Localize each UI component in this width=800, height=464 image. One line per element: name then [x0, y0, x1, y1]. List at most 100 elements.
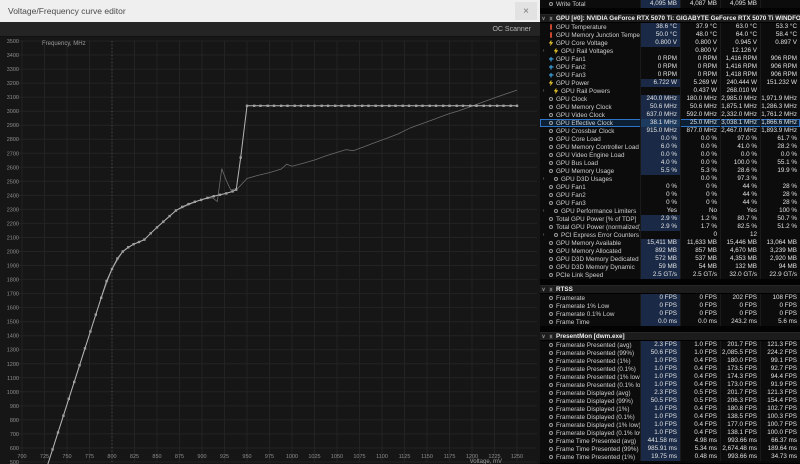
- sensor-label: Frame Time Presented (avg): [556, 437, 637, 445]
- sensor-row[interactable]: GPU Memory Junction Temperature 50.0 °C …: [540, 31, 800, 39]
- sensor-row[interactable]: GPU D3D Memory Dynamic 59 MB 54 MB 132 M…: [540, 263, 800, 271]
- sensor-row[interactable]: GPU Clock 240.0 MHz 180.0 MHz 2,985.0 MH…: [540, 95, 800, 103]
- sensor-row[interactable]: GPU Memory Usage 5.5 % 5.3 % 28.6 % 19.9…: [540, 167, 800, 175]
- titlebar[interactable]: Voltage/Frequency curve editor ×: [0, 0, 540, 22]
- sensor-row[interactable]: Frame Time Presented (avg) 441.58 ms 4.9…: [540, 437, 800, 445]
- sensor-value-avg: 92.7 FPS: [760, 365, 800, 373]
- expand-icon[interactable]: ∨: [540, 333, 547, 341]
- sensor-row[interactable]: › GPU Rail Powers 0.437 W 268.010 W: [540, 87, 800, 95]
- sensor-row[interactable]: GPU Memory Allocated 892 MB 857 MB 4,670…: [540, 247, 800, 255]
- expand-icon[interactable]: ›: [540, 87, 547, 95]
- sensor-value-min: 0.4 FPS: [680, 413, 720, 421]
- sensor-row[interactable]: Framerate Presented (1%) 1.0 FPS 0.4 FPS…: [540, 357, 800, 365]
- sensor-value-max: 97.0 %: [720, 135, 760, 143]
- sensor-row[interactable]: GPU Fan2 0 % 0 % 44 % 28 %: [540, 191, 800, 199]
- sensor-row[interactable]: › PCI Express Error Counters 0 12: [540, 231, 800, 239]
- sensor-row[interactable]: Framerate Displayed (99%) 50.5 FPS 0.5 F…: [540, 397, 800, 405]
- sensor-row[interactable]: GPU Video Clock 637.0 MHz 592.0 MHz 2,33…: [540, 111, 800, 119]
- expand-icon[interactable]: ∨: [540, 15, 547, 23]
- sensor-value-avg: 2,920 MB: [760, 255, 800, 263]
- sensor-label: GPU D3D Usages: [561, 175, 613, 183]
- vf-curve-chart[interactable]: 500 600 700 800 900 1000 1100 1200 1300 1400 1500 1…: [0, 37, 540, 464]
- sensor-row[interactable]: Framerate Displayed (1% low) 1.0 FPS 0.4…: [540, 421, 800, 429]
- sensor-value-max: 243.2 ms: [720, 318, 760, 326]
- sensor-row[interactable]: GPU D3D Memory Dedicated 572 MB 537 MB 4…: [540, 255, 800, 263]
- svg-text:2000: 2000: [7, 250, 19, 256]
- gauge-icon: [547, 446, 555, 452]
- sensor-row[interactable]: GPU Fan3 0 RPM 0 RPM 1,418 RPM 906 RPM: [540, 71, 800, 79]
- sensor-row-selected[interactable]: GPU Effective Clock 38.1 MHz 25.0 MHz 3,…: [540, 119, 800, 127]
- sensor-row[interactable]: GPU Temperature 38.6 °C 37.9 °C 63.0 °C …: [540, 23, 800, 31]
- svg-text:3300: 3300: [7, 67, 19, 73]
- sensor-value-current: 50.0 °C: [640, 31, 680, 39]
- sensor-row[interactable]: GPU Fan1 0 RPM 0 RPM 1,416 RPM 906 RPM: [540, 55, 800, 63]
- expand-icon[interactable]: ›: [540, 47, 547, 55]
- sensor-row[interactable]: › GPU Performance Limiters Yes No Yes 10…: [540, 207, 800, 215]
- close-icon[interactable]: ×: [515, 2, 537, 20]
- sensor-value-avg: 121.3 FPS: [760, 389, 800, 397]
- sensor-value-max: 993.66 ms: [720, 437, 760, 445]
- sensor-row[interactable]: Framerate Presented (0.1% low) 1.0 FPS 0…: [540, 381, 800, 389]
- sensor-row[interactable]: PCIe Link Speed 2.5 GT/s 2.5 GT/s 32.0 G…: [540, 271, 800, 279]
- sensor-row[interactable]: GPU Bus Load 4.0 % 0.0 % 100.0 % 55.1 %: [540, 159, 800, 167]
- sensor-row[interactable]: Total GPU Power [% of TDP] 2.9 % 1.2 % 8…: [540, 215, 800, 223]
- sensor-value-max: 180.0 FPS: [720, 357, 760, 365]
- sensor-value-avg: 100.0 FPS: [760, 429, 800, 437]
- sensor-row[interactable]: GPU Memory Controller Load 6.0 % 0.0 % 4…: [540, 143, 800, 151]
- sensor-row[interactable]: Framerate Presented (0.1%) 1.0 FPS 0.4 F…: [540, 365, 800, 373]
- section-header-row[interactable]: ∨ RTSS: [540, 285, 800, 294]
- expand-icon[interactable]: ›: [540, 231, 547, 239]
- vf-curve-plot[interactable]: 500 600 700 800 900 1000 1100 1200 1300 1400 1500 1…: [0, 37, 540, 464]
- sensor-row[interactable]: Frame Time Presented (99%) 985.91 ms 5.3…: [540, 445, 800, 453]
- sensor-row[interactable]: Total GPU Power (normalized) [% o... 2.9…: [540, 223, 800, 231]
- oc-scanner-button[interactable]: OC Scanner: [492, 26, 531, 33]
- sensor-row[interactable]: Framerate Displayed (1%) 1.0 FPS 0.4 FPS…: [540, 405, 800, 413]
- sensor-row[interactable]: Frame Time Presented (1%) 19.75 ms 0.48 …: [540, 453, 800, 461]
- sensor-row[interactable]: GPU Fan2 0 RPM 0 RPM 1,416 RPM 906 RPM: [540, 63, 800, 71]
- sensor-value-current: [640, 87, 680, 95]
- sensor-row[interactable]: Framerate 0 FPS 0 FPS 202 FPS 108 FPS: [540, 294, 800, 302]
- sensor-row[interactable]: Framerate Displayed (0.1%) 1.0 FPS 0.4 F…: [540, 413, 800, 421]
- sensor-row[interactable]: Framerate 1% Low 0 FPS 0 FPS 0 FPS 0 FPS: [540, 302, 800, 310]
- sensor-value-max: 82.5 %: [720, 223, 760, 231]
- expand-icon[interactable]: ∨: [540, 286, 547, 294]
- sensor-row[interactable]: Framerate Presented (avg) 2.3 FPS 1.0 FP…: [540, 341, 800, 349]
- svg-text:1000: 1000: [7, 390, 19, 396]
- sensor-value-avg: [760, 47, 800, 55]
- sensor-value-current: 1.0 FPS: [640, 381, 680, 389]
- sensor-row[interactable]: GPU Core Load 0.0 % 0.0 % 97.0 % 61.7 %: [540, 135, 800, 143]
- sensor-value-min: 0 RPM: [680, 63, 720, 71]
- sensor-row[interactable]: › GPU D3D Usages 0.0 % 97.3 %: [540, 175, 800, 183]
- sensor-row[interactable]: Write Total 4,095 MB 4,087 MB 4,095 MB: [540, 0, 800, 8]
- sensor-value-current: 637.0 MHz: [640, 111, 680, 119]
- sensor-value-current: 59 MB: [640, 263, 680, 271]
- sensor-row[interactable]: GPU Fan1 0 % 0 % 44 % 28 %: [540, 183, 800, 191]
- expand-icon[interactable]: ›: [540, 175, 547, 183]
- sensor-row[interactable]: Framerate Presented (1% low) 1.0 FPS 0.4…: [540, 373, 800, 381]
- sensor-row[interactable]: Frame Time 0.0 ms 0.0 ms 243.2 ms 5.6 ms: [540, 318, 800, 326]
- sensor-row[interactable]: GPU Fan3 0 % 0 % 44 % 28 %: [540, 199, 800, 207]
- sensor-row[interactable]: › GPU Rail Voltages 0.800 V 12.126 V: [540, 47, 800, 55]
- sensor-value-current: [640, 175, 680, 183]
- sensor-value-max: 32.0 GT/s: [720, 271, 760, 279]
- gauge-icon: [547, 96, 555, 102]
- expand-icon[interactable]: ›: [540, 207, 547, 215]
- sensor-value-avg: 1,761.2 MHz: [760, 111, 800, 119]
- sensor-label: GPU Memory Available: [556, 239, 621, 247]
- sensor-value-avg: 28.2 %: [760, 143, 800, 151]
- sensor-value-min: 5.34 ms: [680, 445, 720, 453]
- sensor-row[interactable]: Framerate 0.1% Low 0 FPS 0 FPS 0 FPS 0 F…: [540, 310, 800, 318]
- sensor-row[interactable]: GPU Power 6.722 W 5.269 W 240.444 W 151.…: [540, 79, 800, 87]
- sensor-row[interactable]: Framerate Displayed (0.1% low) 1.0 FPS 0…: [540, 429, 800, 437]
- gauge-icon: [547, 152, 555, 158]
- section-header-row[interactable]: ∨ GPU [#0]: NVIDIA GeForce RTX 5070 Ti: …: [540, 14, 800, 23]
- sensor-row[interactable]: GPU Memory Clock 50.6 MHz 50.6 MHz 1,875…: [540, 103, 800, 111]
- section-header-row[interactable]: ∨ PresentMon [dwm.exe]: [540, 332, 800, 341]
- sensor-value-current: 38.6 °C: [640, 23, 680, 31]
- sensor-row[interactable]: Framerate Displayed (avg) 2.3 FPS 0.5 FP…: [540, 389, 800, 397]
- sensor-row[interactable]: GPU Video Engine Load 0.0 % 0.0 % 0.0 % …: [540, 151, 800, 159]
- sensor-row[interactable]: GPU Core Voltage 0.800 V 0.800 V 0.945 V…: [540, 39, 800, 47]
- sensor-row[interactable]: GPU Crossbar Clock 915.0 MHz 877.0 MHz 2…: [540, 127, 800, 135]
- sensor-row[interactable]: GPU Memory Available 15,411 MB 11,633 MB…: [540, 239, 800, 247]
- sensor-row[interactable]: Framerate Presented (99%) 50.6 FPS 1.0 F…: [540, 349, 800, 357]
